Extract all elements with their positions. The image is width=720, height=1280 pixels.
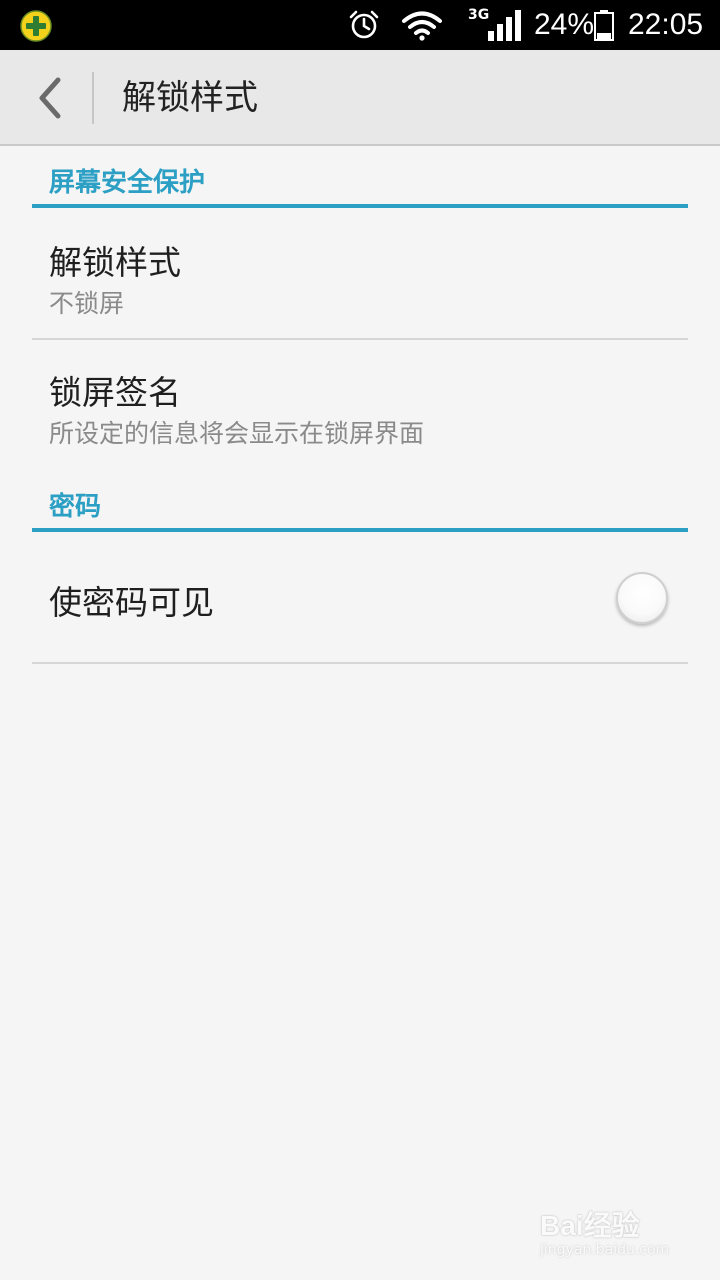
section-title: 密码 bbox=[49, 492, 102, 522]
section-header-screen-security: 屏幕安全保护 bbox=[32, 146, 688, 208]
setting-lock-signature[interactable]: 锁屏签名 所设定的信息将会显示在锁屏界面 bbox=[32, 340, 688, 468]
battery-percent: 24% bbox=[534, 8, 595, 41]
status-bar: 3G 24% 22:05 bbox=[0, 0, 720, 50]
back-button[interactable] bbox=[20, 66, 80, 130]
setting-unlock-style[interactable]: 解锁样式 不锁屏 bbox=[32, 208, 688, 340]
watermark: Bai经验 jingyan.baidu.com bbox=[540, 1204, 680, 1264]
battery-icon bbox=[594, 10, 614, 41]
status-indicators: 3G 24% 22:05 bbox=[340, 0, 720, 50]
page-title: 解锁样式 bbox=[122, 78, 258, 118]
section-title: 屏幕安全保护 bbox=[49, 168, 206, 198]
setting-title: 锁屏签名 bbox=[49, 373, 181, 412]
chevron-left-icon bbox=[39, 77, 61, 119]
signal-icon bbox=[488, 10, 521, 41]
wifi-icon bbox=[402, 11, 442, 41]
app-plus-icon bbox=[20, 10, 52, 42]
alarm-icon bbox=[349, 10, 379, 39]
setting-subtitle: 不锁屏 bbox=[49, 289, 125, 318]
screen: 3G 24% 22:05 解锁样式 屏幕安全保护 解锁样式 不锁屏 锁屏签名 所… bbox=[0, 0, 720, 1280]
watermark-url: jingyan.baidu.com bbox=[540, 1242, 670, 1258]
setting-title: 使密码可见 bbox=[49, 583, 214, 622]
show-password-toggle[interactable] bbox=[616, 572, 668, 624]
clock: 22:05 bbox=[628, 8, 704, 41]
setting-title: 解锁样式 bbox=[49, 243, 181, 282]
section-header-password: 密码 bbox=[32, 470, 688, 532]
title-bar: 解锁样式 bbox=[0, 50, 720, 146]
setting-show-password[interactable]: 使密码可见 bbox=[32, 532, 688, 664]
title-divider bbox=[92, 72, 94, 124]
setting-subtitle: 所设定的信息将会显示在锁屏界面 bbox=[49, 419, 425, 448]
watermark-brand: Bai经验 bbox=[540, 1210, 640, 1241]
